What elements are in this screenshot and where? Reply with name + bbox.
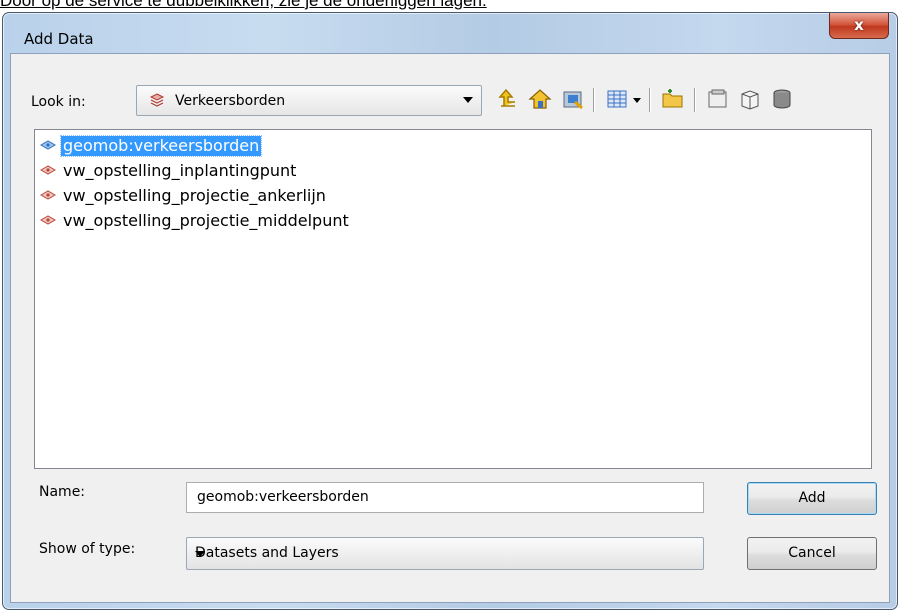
show-of-type-value: Datasets and Layers xyxy=(195,545,339,561)
connect-folder-icon[interactable] xyxy=(560,86,586,112)
chevron-down-icon xyxy=(463,97,473,103)
cancel-button[interactable]: Cancel xyxy=(747,537,877,570)
up-one-level-icon[interactable] xyxy=(495,86,521,112)
dialog-body: Look in: Verkeersborden geomob:verkeersb… xyxy=(10,53,890,603)
list-item-label: vw_opstelling_inplantingpunt xyxy=(63,161,297,180)
add-data-dialog: Add Data x Look in: Verkeersborden geomo… xyxy=(2,12,898,610)
service-layer-icon xyxy=(39,139,57,151)
file-list[interactable]: geomob:verkeersborden vw_opstelling_inpl… xyxy=(34,129,872,469)
toolbar-separator xyxy=(593,88,595,112)
add-button[interactable]: Add xyxy=(747,482,877,515)
name-label: Name: xyxy=(39,484,86,500)
look-in-dropdown[interactable]: Verkeersborden xyxy=(136,85,482,116)
catalog-icon[interactable] xyxy=(705,86,731,112)
new-folder-icon[interactable] xyxy=(660,86,686,112)
name-field[interactable]: geomob:verkeersborden xyxy=(186,482,704,513)
layers-stack-icon xyxy=(149,92,165,108)
list-view-icon[interactable] xyxy=(604,86,630,112)
layer-icon xyxy=(39,189,57,201)
chevron-down-icon xyxy=(195,551,205,557)
title-bar[interactable]: Add Data x xyxy=(3,13,897,53)
toolbar-separator xyxy=(694,88,696,112)
toolbar-separator xyxy=(649,88,651,112)
close-button[interactable]: x xyxy=(829,13,889,39)
list-item-label: vw_opstelling_projectie_ankerlijn xyxy=(63,186,326,205)
dialog-title: Add Data xyxy=(24,30,94,48)
view-dropdown-icon[interactable] xyxy=(630,86,644,112)
new-feature-class-icon[interactable] xyxy=(737,86,763,112)
page-caption: Door op de service te dubbelklikken, zie… xyxy=(0,0,487,10)
show-of-type-dropdown[interactable]: Datasets and Layers xyxy=(186,537,704,570)
show-of-type-label: Show of type: xyxy=(39,541,136,557)
layer-icon xyxy=(39,164,57,176)
name-field-value: geomob:verkeersborden xyxy=(197,489,369,505)
close-icon: x xyxy=(854,16,864,34)
list-item-label: geomob:verkeersborden xyxy=(59,135,263,157)
home-icon[interactable] xyxy=(527,86,553,112)
look-in-value: Verkeersborden xyxy=(175,93,286,109)
look-in-label: Look in: xyxy=(31,94,86,110)
layer-icon xyxy=(39,214,57,226)
list-item-label: vw_opstelling_projectie_middelpunt xyxy=(63,211,349,230)
database-icon[interactable] xyxy=(769,86,795,112)
